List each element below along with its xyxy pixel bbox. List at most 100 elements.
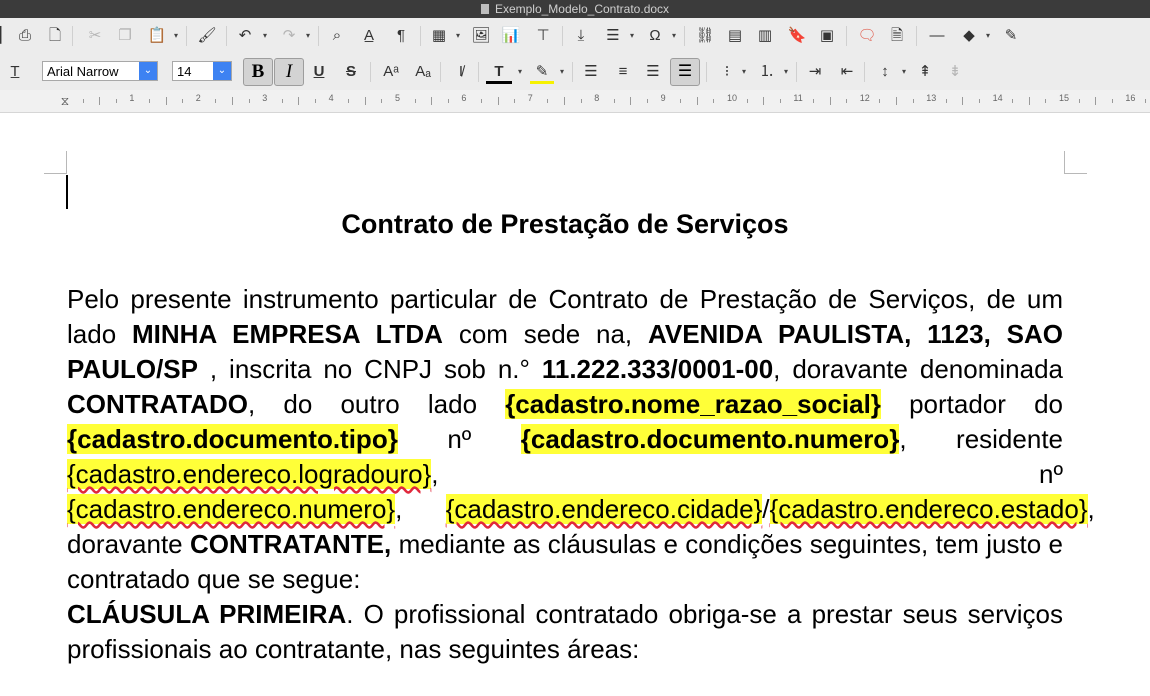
bulleted-list-dropdown[interactable]: ▾	[740, 61, 748, 83]
insert-cross-reference-icon[interactable]: ▣	[816, 25, 838, 47]
insert-comment-icon[interactable]: 🗨	[856, 25, 878, 47]
insert-page-break-icon[interactable]: ⤓	[570, 25, 592, 47]
ruler-tick	[746, 99, 748, 103]
strikethrough-button[interactable]: S	[340, 61, 362, 83]
increase-indent-icon[interactable]: ⇥	[804, 61, 826, 83]
toolbar-separator	[370, 62, 371, 82]
ruler-tick	[680, 99, 682, 103]
insert-special-character-icon[interactable]: Ω	[644, 25, 666, 47]
align-left-icon[interactable]: ☰	[580, 61, 602, 83]
paste-dropdown[interactable]: ▾	[172, 25, 180, 47]
underline-button[interactable]: U	[308, 61, 330, 83]
field-documento-numero[interactable]: {cadastro.documento.numero}	[520, 424, 900, 454]
clone-formatting-icon[interactable]: 🖌	[196, 25, 218, 47]
document-page[interactable]: Contrato de Prestação de Serviços Pelo p…	[0, 113, 1150, 696]
insert-endnote-icon[interactable]: ▥	[754, 25, 776, 47]
insert-hyperlink-icon[interactable]: ⛓	[694, 25, 716, 47]
field-endereco-numero[interactable]: {cadastro.endereco.numero}	[67, 494, 396, 524]
ruler-tick	[647, 99, 648, 103]
ruler-tick	[945, 99, 947, 103]
indent-marker-icon[interactable]: ⧖	[58, 90, 72, 112]
numbered-list-dropdown[interactable]: ▾	[782, 61, 790, 83]
print-icon[interactable]: ⎙	[14, 25, 36, 47]
align-center-icon[interactable]: ≡	[612, 61, 634, 83]
text-run: ,	[395, 494, 446, 524]
subscript-icon[interactable]: Aₐ	[412, 61, 434, 83]
ruler-number: 12	[859, 93, 870, 103]
horizontal-ruler[interactable]: ⧖ 1 2 3 4 5 6 7 8 9 10 11 12 13 14 15 16	[0, 90, 1150, 113]
font-color-dropdown[interactable]: ▾	[516, 61, 524, 83]
field-endereco-cidade[interactable]: {cadastro.endereco.cidade}	[445, 494, 763, 524]
field-nome-razao-social[interactable]: {cadastro.nome_razao_social}	[505, 389, 881, 419]
contratado-label: CONTRATADO	[67, 389, 249, 419]
special-character-dropdown[interactable]: ▾	[670, 25, 678, 47]
justify-icon[interactable]: ☰	[670, 58, 700, 86]
line-spacing-icon[interactable]: ↕	[874, 61, 896, 83]
redo-dropdown[interactable]: ▾	[304, 25, 312, 47]
numbered-list-icon[interactable]: ⒈	[756, 61, 778, 83]
basic-shapes-icon[interactable]: ◆	[958, 25, 980, 47]
text-run: com sede na,	[442, 319, 648, 349]
ruler-tick	[248, 99, 250, 103]
font-name-select[interactable]: Arial Narrow ⌄	[42, 61, 158, 81]
paragraph-1[interactable]: Pelo presente instrumento particular de …	[67, 282, 1095, 597]
font-size-select[interactable]: 14 ⌄	[172, 61, 232, 81]
redo-icon[interactable]: ↷	[278, 25, 300, 47]
line-spacing-dropdown[interactable]: ▾	[900, 61, 908, 83]
ruler-number: 5	[395, 93, 401, 103]
insert-line-icon[interactable]: —	[926, 25, 948, 47]
toolbar-separator	[684, 26, 685, 46]
undo-dropdown[interactable]: ▾	[261, 25, 269, 47]
bold-button[interactable]: B	[243, 58, 273, 86]
chevron-down-icon[interactable]: ⌄	[213, 62, 231, 80]
ruler-tick	[381, 99, 383, 103]
ruler-tick	[896, 97, 897, 105]
ruler-tick	[115, 99, 117, 103]
decrease-indent-icon[interactable]: ⇤	[836, 61, 858, 83]
copy-icon[interactable]: ❐	[114, 25, 136, 47]
formatting-marks-icon[interactable]: ¶	[390, 25, 412, 47]
field-documento-tipo[interactable]: {cadastro.documento.tipo}	[67, 424, 398, 454]
text-run: , doravante denominada	[773, 354, 1063, 384]
paste-icon[interactable]: 📋	[146, 25, 168, 47]
track-changes-icon[interactable]: 🗎	[886, 25, 908, 47]
paragraph-style-icon[interactable]: T̲	[4, 61, 26, 83]
insert-field-dropdown[interactable]: ▾	[628, 25, 636, 47]
bulleted-list-icon[interactable]: ⁝	[716, 61, 738, 83]
decrease-paragraph-spacing-icon[interactable]: ⇟	[944, 61, 966, 83]
spelling-icon[interactable]: A̲	[358, 25, 380, 47]
basic-shapes-dropdown[interactable]: ▾	[984, 25, 992, 47]
clear-formatting-icon[interactable]: I̸	[450, 61, 472, 83]
field-endereco-estado[interactable]: {cadastro.endereco.estado}	[769, 494, 1088, 524]
align-right-icon[interactable]: ☰	[642, 61, 664, 83]
insert-image-icon[interactable]: 🖼	[470, 25, 492, 47]
insert-chart-icon[interactable]: 📊	[500, 25, 522, 47]
ruler-number: 7	[527, 93, 533, 103]
undo-icon[interactable]: ↶	[234, 25, 256, 47]
italic-button[interactable]: I	[274, 58, 304, 86]
ruler-tick	[149, 99, 150, 103]
ruler-tick	[1028, 97, 1030, 105]
draw-icon[interactable]: ✎	[1000, 25, 1022, 47]
insert-table-dropdown[interactable]: ▾	[454, 25, 462, 47]
font-color-icon[interactable]: T	[486, 61, 512, 84]
insert-footnote-icon[interactable]: ▤	[724, 25, 746, 47]
increase-paragraph-spacing-icon[interactable]: ⇞	[914, 61, 936, 83]
insert-table-icon[interactable]: ▦	[428, 25, 450, 47]
superscript-icon[interactable]: Aᵃ	[380, 61, 402, 83]
highlight-color-icon[interactable]: ✎	[530, 61, 554, 84]
find-replace-icon[interactable]: ⌕	[326, 25, 348, 47]
field-endereco-logradouro[interactable]: {cadastro.endereco.logradouro}	[67, 459, 432, 489]
print-preview-icon[interactable]: 🗋	[44, 25, 66, 47]
ruler-number: 14	[992, 93, 1003, 103]
insert-text-box-icon[interactable]: ⊤	[532, 25, 554, 47]
cut-icon[interactable]: ✂	[84, 25, 106, 47]
paragraph-2[interactable]: CLÁUSULA PRIMEIRA. O profissional contra…	[67, 597, 1063, 667]
ruler-tick	[779, 99, 781, 103]
insert-bookmark-icon[interactable]: 🔖	[786, 25, 808, 47]
toolbar-separator	[846, 26, 847, 46]
ruler-tick	[348, 99, 350, 103]
insert-field-icon[interactable]: ☰	[602, 25, 624, 47]
highlight-color-dropdown[interactable]: ▾	[558, 61, 566, 83]
chevron-down-icon[interactable]: ⌄	[139, 62, 157, 80]
